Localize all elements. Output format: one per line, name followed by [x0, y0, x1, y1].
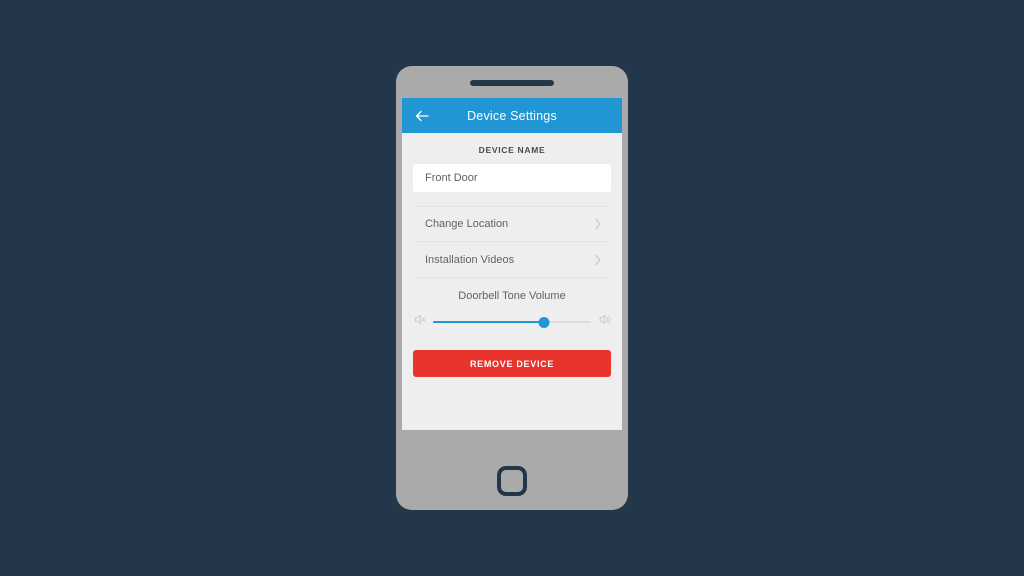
- arrow-left-icon: [415, 110, 429, 121]
- volume-slider[interactable]: [433, 316, 591, 328]
- volume-slider-fill: [433, 321, 544, 323]
- device-name-input[interactable]: [413, 164, 611, 192]
- nav-row-installation-videos[interactable]: Installation Videos: [413, 242, 611, 278]
- earpiece-speaker-icon: [470, 80, 554, 86]
- volume-row: [413, 313, 611, 331]
- page-title: Device Settings: [467, 108, 557, 123]
- speaker-mute-icon[interactable]: [413, 313, 426, 331]
- chevron-right-icon: [593, 253, 611, 267]
- speaker-volume-icon[interactable]: [598, 313, 611, 331]
- nav-row-label: Installation Videos: [425, 253, 515, 266]
- volume-title: Doorbell Tone Volume: [458, 290, 566, 302]
- remove-device-button[interactable]: REMOVE DEVICE: [413, 350, 611, 377]
- back-button[interactable]: [412, 106, 432, 126]
- volume-slider-thumb[interactable]: [538, 316, 550, 328]
- nav-row-label: Change Location: [425, 218, 509, 230]
- nav-list: Change Location Installation Videos: [413, 206, 611, 278]
- phone-screen: Device Settings DEVICE NAME Change Locat…: [402, 98, 622, 430]
- app-header: Device Settings: [402, 98, 622, 133]
- home-button-icon[interactable]: [497, 466, 527, 496]
- volume-section: Doorbell Tone Volume: [413, 290, 611, 331]
- phone-device-frame: Device Settings DEVICE NAME Change Locat…: [396, 66, 628, 510]
- device-name-label: DEVICE NAME: [478, 145, 546, 155]
- chevron-right-icon: [593, 217, 611, 231]
- nav-row-change-location[interactable]: Change Location: [413, 206, 611, 242]
